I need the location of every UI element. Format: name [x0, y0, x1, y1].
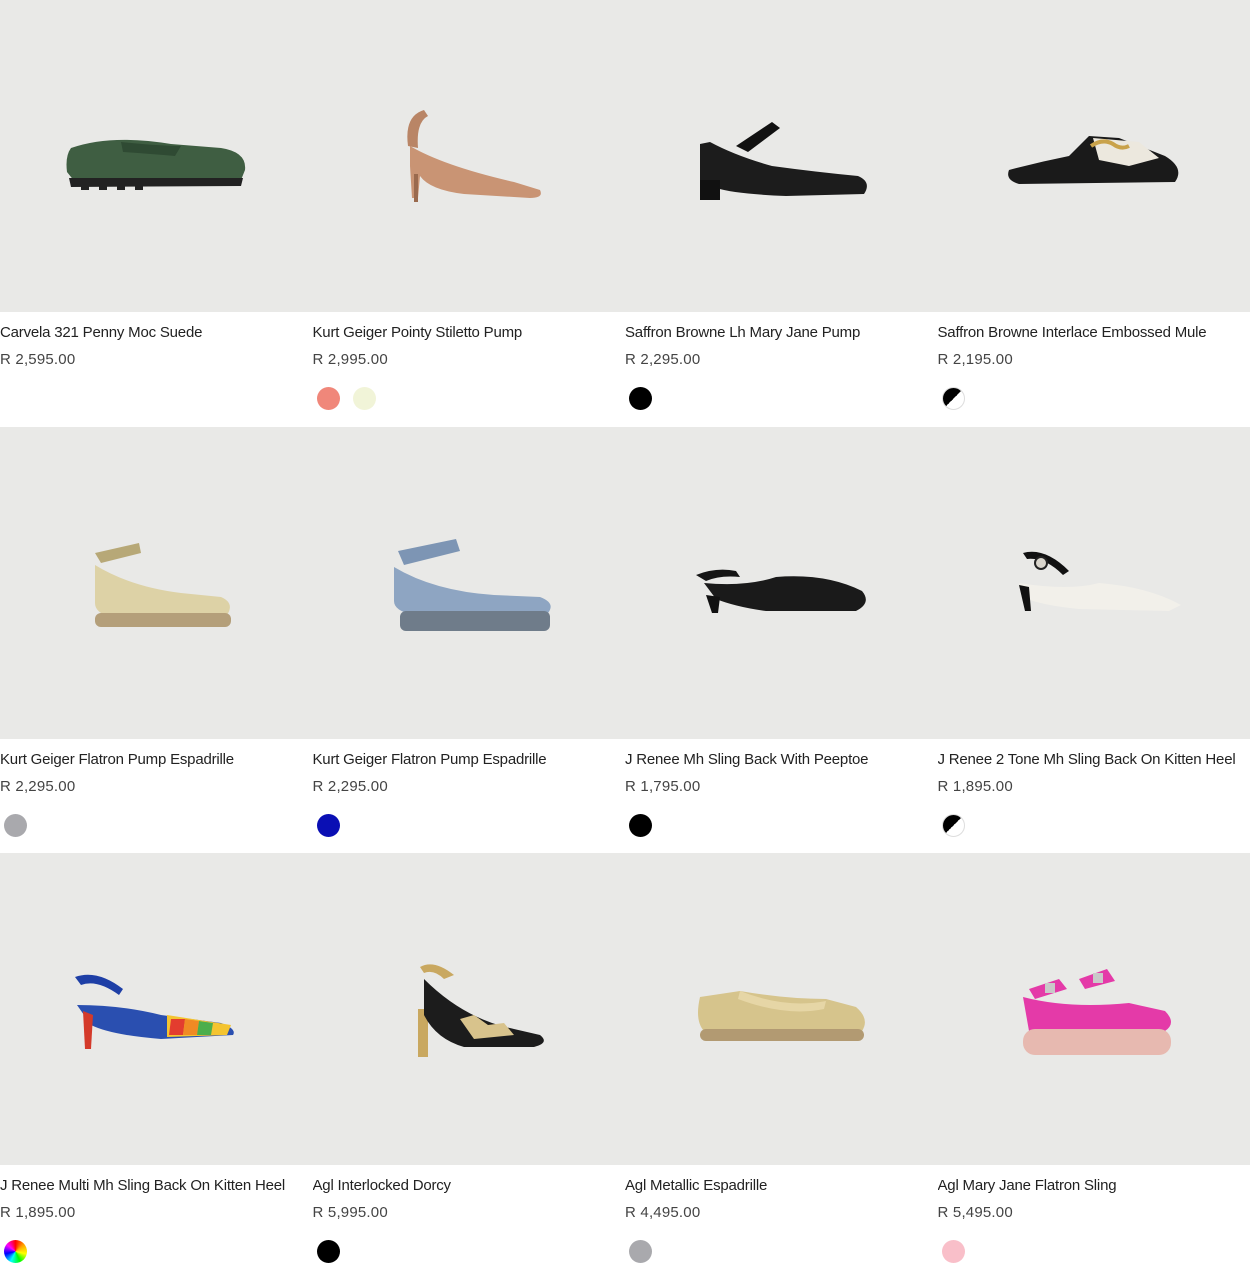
color-swatches	[313, 1240, 626, 1264]
product-price: R 1,895.00	[937, 777, 1013, 795]
product-card[interactable]: Agl Mary Jane Flatron Sling R 5,495.00	[937, 853, 1250, 1280]
product-grid: Carvela 321 Penny Moc Suede R 2,595.00 K…	[0, 0, 1250, 1280]
product-image[interactable]	[625, 426, 938, 739]
color-swatch[interactable]	[629, 813, 652, 837]
product-price: R 2,295.00	[0, 777, 76, 795]
pink-platform-image	[1022, 969, 1171, 1056]
color-swatch[interactable]	[941, 387, 965, 410]
product-name[interactable]: Kurt Geiger Flatron Pump Espadrille	[0, 751, 313, 769]
color-swatches	[938, 813, 1250, 837]
black-peeptoe-image	[696, 569, 867, 613]
product-price: R 2,295.00	[312, 777, 388, 795]
color-swatch[interactable]	[629, 387, 652, 410]
product-image[interactable]	[0, 426, 313, 739]
color-swatches	[0, 813, 313, 837]
chain-mule-image	[1007, 136, 1179, 184]
product-name[interactable]: Saffron Browne Lh Mary Jane Pump	[625, 324, 938, 342]
product-image[interactable]	[0, 0, 313, 312]
product-card[interactable]: J Renee Mh Sling Back With Peeptoe R 1,7…	[625, 426, 938, 854]
product-price: R 1,895.00	[0, 1204, 76, 1222]
product-image[interactable]	[625, 853, 938, 1166]
product-price: R 2,195.00	[937, 351, 1013, 368]
product-price: R 2,595.00	[0, 351, 76, 368]
product-card[interactable]: Carvela 321 Penny Moc Suede R 2,595.00	[0, 0, 313, 427]
color-swatch[interactable]	[4, 813, 27, 837]
rainbow-slingback-image	[75, 975, 235, 1050]
product-image[interactable]	[0, 853, 313, 1166]
product-price: R 1,795.00	[625, 777, 701, 795]
color-swatch[interactable]	[941, 1240, 965, 1264]
product-image[interactable]	[625, 0, 938, 312]
color-swatch[interactable]	[941, 813, 965, 837]
color-swatch[interactable]	[316, 1240, 340, 1264]
product-name[interactable]: Agl Mary Jane Flatron Sling	[938, 1177, 1250, 1195]
color-swatch[interactable]	[316, 387, 340, 410]
product-image[interactable]	[937, 853, 1250, 1166]
color-swatch[interactable]	[352, 387, 376, 410]
color-swatches	[625, 387, 938, 410]
product-card[interactable]: Agl Metallic Espadrille R 4,495.00	[625, 853, 938, 1280]
color-swatches	[938, 387, 1250, 410]
product-image[interactable]	[312, 426, 625, 739]
product-image[interactable]	[312, 853, 625, 1166]
white-kitten-slingback-image	[1018, 551, 1181, 611]
color-swatch[interactable]	[629, 1240, 652, 1264]
gold-woven-sandal-image	[417, 964, 544, 1058]
product-card[interactable]: J Renee 2 Tone Mh Sling Back On Kitten H…	[937, 426, 1250, 854]
product-card[interactable]: Saffron Browne Lh Mary Jane Pump R 2,295…	[625, 0, 938, 427]
product-name[interactable]: J Renee 2 Tone Mh Sling Back On Kitten H…	[938, 751, 1250, 769]
color-swatches	[938, 1240, 1250, 1264]
product-image[interactable]	[937, 0, 1250, 312]
product-name[interactable]: J Renee Multi Mh Sling Back On Kitten He…	[0, 1177, 313, 1195]
product-card[interactable]: Kurt Geiger Flatron Pump Espadrille R 2,…	[0, 426, 313, 854]
color-swatch[interactable]	[4, 1240, 27, 1264]
product-card[interactable]: Agl Interlocked Dorcy R 5,995.00	[312, 853, 626, 1280]
product-price: R 4,495.00	[625, 1204, 701, 1222]
product-price: R 2,295.00	[625, 351, 701, 368]
color-swatches	[625, 1240, 938, 1264]
product-image[interactable]	[312, 0, 625, 312]
gold-espadrille-image	[698, 991, 866, 1042]
product-image[interactable]	[937, 426, 1250, 739]
product-name[interactable]: Kurt Geiger Pointy Stiletto Pump	[313, 324, 626, 342]
product-name[interactable]: Agl Interlocked Dorcy	[313, 1177, 626, 1195]
product-price: R 2,995.00	[312, 351, 388, 368]
product-card[interactable]: Saffron Browne Interlace Embossed Mule R…	[937, 0, 1250, 427]
nude-stiletto-image	[407, 110, 541, 202]
green-loafer-image	[66, 139, 246, 190]
product-price: R 5,495.00	[937, 1204, 1013, 1222]
product-card[interactable]: J Renee Multi Mh Sling Back On Kitten He…	[0, 853, 313, 1280]
color-swatches	[313, 387, 626, 410]
product-name[interactable]: Saffron Browne Interlace Embossed Mule	[938, 324, 1250, 342]
color-swatches	[0, 1240, 313, 1264]
product-price: R 5,995.00	[312, 1204, 388, 1222]
denim-espadrille-image	[393, 538, 551, 631]
color-swatches	[625, 813, 938, 837]
product-name[interactable]: Carvela 321 Penny Moc Suede	[0, 324, 313, 342]
product-name[interactable]: Kurt Geiger Flatron Pump Espadrille	[313, 751, 626, 769]
black-mary-jane-image	[700, 122, 868, 200]
color-swatches	[313, 813, 626, 837]
product-name[interactable]: Agl Metallic Espadrille	[625, 1177, 938, 1195]
product-card[interactable]: Kurt Geiger Pointy Stiletto Pump R 2,995…	[312, 0, 626, 427]
color-swatches	[0, 387, 313, 410]
product-card[interactable]: Kurt Geiger Flatron Pump Espadrille R 2,…	[312, 426, 626, 854]
product-name[interactable]: J Renee Mh Sling Back With Peeptoe	[625, 751, 938, 769]
color-swatch[interactable]	[316, 813, 340, 837]
beige-espadrille-image	[95, 542, 232, 627]
